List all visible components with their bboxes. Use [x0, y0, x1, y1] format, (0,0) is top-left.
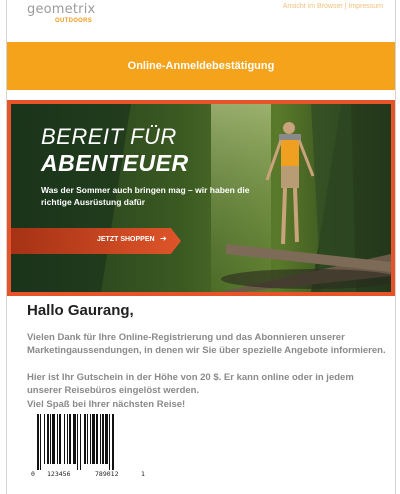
email-frame: geometrix OUTDOORS Ansicht im Browser | …	[6, 0, 396, 494]
barcode-bar	[84, 414, 86, 464]
barcode-bar	[69, 414, 71, 464]
barcode-digit-left: 0	[31, 470, 35, 478]
barcode-bar	[47, 414, 49, 464]
confirmation-banner: Online-Anmeldebestätigung	[7, 42, 395, 90]
header-links[interactable]: Ansicht im Browser | Impressum	[283, 3, 383, 10]
barcode-bar	[50, 414, 51, 464]
barcode-group-right: 789012	[95, 470, 119, 478]
barcode-bar	[77, 414, 78, 470]
barcode-bar	[59, 414, 61, 464]
barcode-bar	[92, 414, 95, 464]
barcode-bars	[37, 414, 114, 470]
barcode-digit-right: 1	[141, 470, 145, 478]
hero-title-line2: ABENTEUER	[41, 150, 189, 176]
hero-image: BEREIT FÜR ABENTEUER Was der Sommer auch…	[7, 100, 395, 296]
arrow-right-icon: ➔	[160, 234, 167, 243]
intro-paragraph: Vielen Dank für Ihre Online-Registrierun…	[27, 332, 386, 356]
shop-now-label: JETZT SHOPPEN	[97, 236, 155, 243]
shop-now-button[interactable]: JETZT SHOPPEN ➔	[11, 228, 181, 254]
barcode-bar	[52, 414, 55, 464]
barcode-bar	[40, 414, 41, 470]
brand-logo[interactable]: geometrix OUTDOORS	[27, 2, 147, 34]
logo-subtitle: OUTDOORS	[55, 18, 93, 24]
barcode-bar	[90, 414, 91, 464]
voucher-barcode: 0 123456 789012 1	[31, 414, 149, 486]
barcode-bar	[67, 414, 68, 464]
barcode-bar	[80, 414, 81, 470]
banner-title: Online-Anmeldebestätigung	[127, 60, 275, 72]
hero-description: Was der Sommer auch bringen mag – wir ha…	[41, 185, 250, 207]
logo-wordmark: geometrix	[27, 2, 96, 17]
voucher-paragraph: Hier ist Ihr Gutschein in der Höhe von 2…	[27, 372, 354, 396]
closing-paragraph: Viel Spaß bei Ihrer nächsten Reise!	[27, 399, 186, 410]
greeting-heading: Hallo Gaurang,	[27, 302, 134, 319]
email-header: geometrix OUTDOORS Ansicht im Browser | …	[7, 0, 395, 42]
barcode-group-left: 123456	[47, 470, 71, 478]
barcode-bar	[64, 414, 65, 464]
barcode-bar	[105, 414, 108, 464]
barcode-bar	[96, 414, 98, 464]
barcode-bar	[100, 414, 101, 464]
hero-title-line1: BEREIT FÜR	[41, 124, 177, 149]
barcode-bar	[109, 414, 110, 470]
barcode-bar	[57, 414, 58, 464]
barcode-bar	[44, 414, 45, 464]
barcode-bar	[102, 414, 104, 464]
barcode-bar	[37, 414, 39, 470]
barcode-bar	[112, 414, 114, 470]
barcode-bar	[73, 414, 76, 464]
barcode-bar	[87, 414, 88, 464]
